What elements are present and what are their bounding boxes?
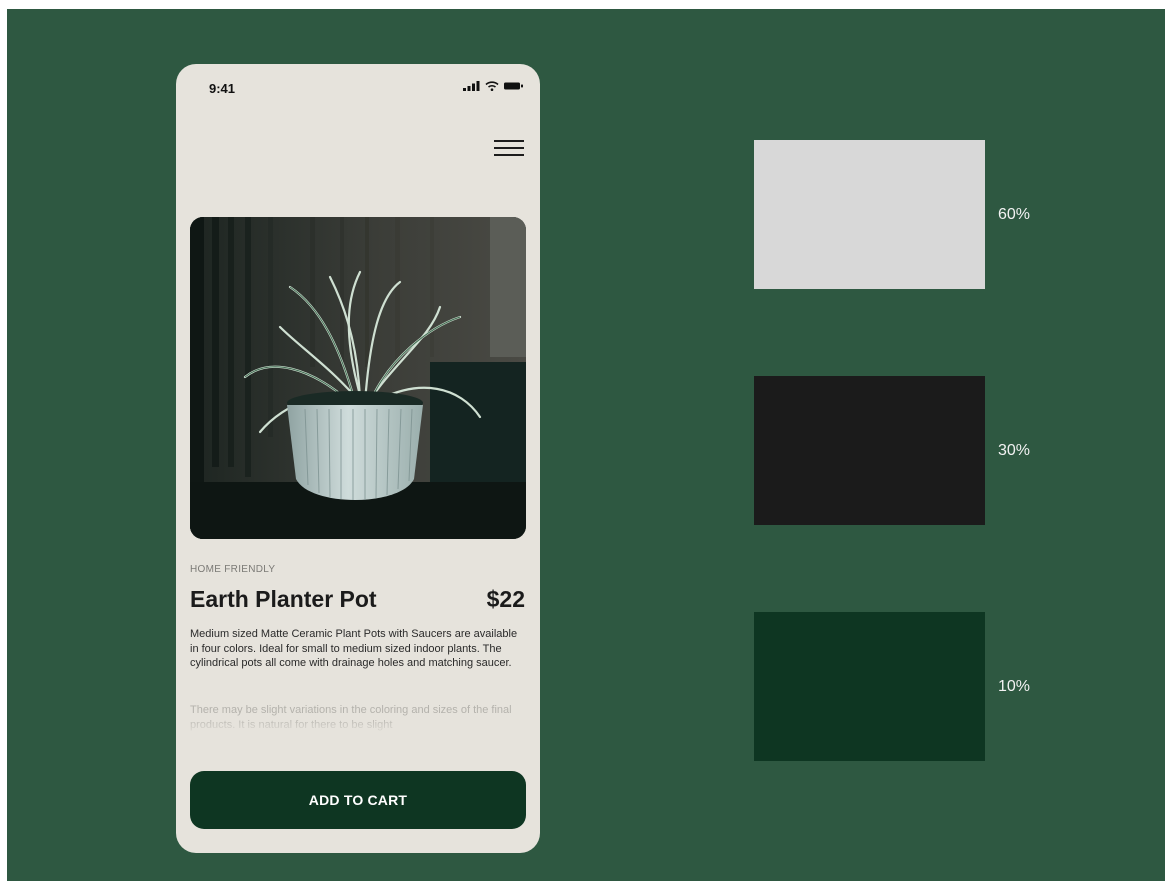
phone-mockup: 9:41 HOME FRIENDLY Earth Planter Pot $22…: [176, 64, 540, 853]
hamburger-menu-icon[interactable]: [494, 140, 524, 160]
product-title: Earth Planter Pot: [190, 586, 377, 612]
status-icons: [463, 81, 524, 91]
product-image: [190, 217, 526, 539]
status-bar: 9:41: [176, 64, 540, 104]
palette-swatch-dark: [754, 376, 985, 525]
palette-swatch-accent: [754, 612, 985, 761]
palette-label-dark: 30%: [998, 442, 1031, 459]
product-description-more: There may be slight variations in the co…: [190, 703, 526, 735]
product-category: HOME FRIENDLY: [190, 564, 276, 575]
palette-swatch-light: [754, 140, 985, 289]
add-to-cart-button[interactable]: ADD TO CART: [190, 771, 526, 829]
signal-icon: [463, 81, 480, 91]
battery-icon: [504, 82, 523, 90]
product-description: Medium sized Matte Ceramic Plant Pots wi…: [190, 628, 518, 669]
product-price: $22: [486, 586, 525, 612]
palette-label-light: 60%: [998, 206, 1031, 223]
wifi-icon: [485, 81, 499, 91]
palette-label-accent: 10%: [998, 678, 1031, 695]
background-canvas: 9:41 HOME FRIENDLY Earth Planter Pot $22…: [7, 9, 1165, 881]
status-time: 9:41: [209, 81, 236, 96]
